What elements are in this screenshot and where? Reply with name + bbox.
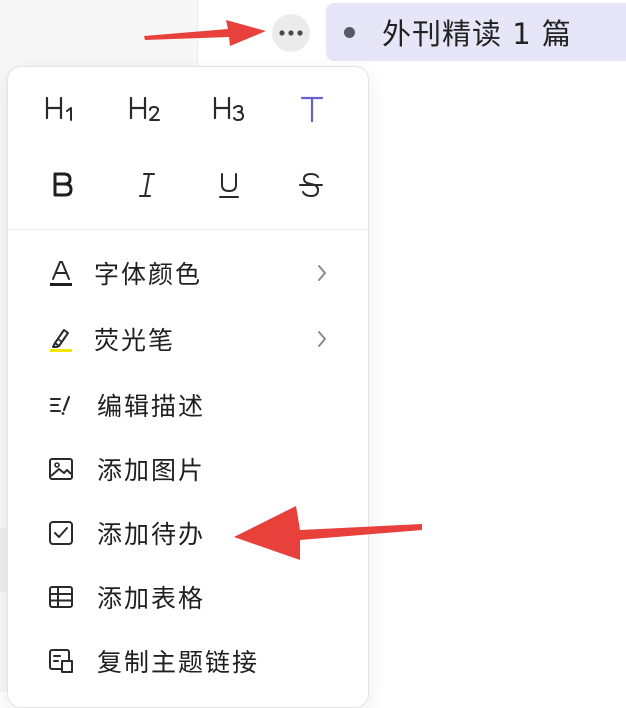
heading-1-icon bbox=[45, 96, 72, 121]
pane-divider bbox=[197, 0, 198, 70]
font-color-icon bbox=[46, 258, 76, 288]
topic-node[interactable]: 外刊精读 1 篇 bbox=[326, 3, 626, 61]
menu-item-label: 添加待办 bbox=[97, 520, 206, 549]
heading-3-icon bbox=[213, 96, 244, 121]
menu-item-add-table[interactable]: 添加表格 bbox=[8, 565, 368, 629]
heading-1-button[interactable] bbox=[35, 81, 91, 137]
topic-bullet bbox=[344, 26, 355, 38]
more-horizontal-icon bbox=[279, 30, 303, 36]
heading-3-button[interactable] bbox=[203, 81, 259, 137]
menu-item-highlighter[interactable]: 荧光笔 bbox=[8, 307, 368, 371]
menu-item-label: 编辑描述 bbox=[97, 392, 206, 421]
text-style-button[interactable] bbox=[284, 81, 340, 137]
bold-icon bbox=[53, 172, 73, 197]
table-icon bbox=[46, 582, 76, 612]
edit-description-icon bbox=[46, 390, 76, 420]
highlighter-icon bbox=[46, 324, 76, 354]
more-options-button[interactable] bbox=[272, 14, 310, 52]
menu-item-copy-topic-link[interactable]: 复制主题链接 bbox=[8, 629, 368, 693]
menu-item-label: 复制主题链接 bbox=[97, 648, 260, 677]
menu-divider bbox=[8, 229, 368, 230]
italic-button[interactable] bbox=[119, 157, 175, 213]
heading-format-row bbox=[8, 81, 368, 137]
menu-item-font-color[interactable]: 字体颜色 bbox=[8, 241, 368, 305]
text-format-row bbox=[8, 157, 368, 213]
menu-item-add-image[interactable]: 添加图片 bbox=[8, 437, 368, 501]
menu-item-edit-description[interactable]: 编辑描述 bbox=[8, 373, 368, 437]
underline-icon bbox=[219, 173, 239, 198]
menu-item-label: 字体颜色 bbox=[94, 260, 203, 289]
topic-text[interactable]: 外刊精读 1 篇 bbox=[382, 11, 572, 53]
copy-link-icon bbox=[46, 646, 76, 676]
strikethrough-icon bbox=[299, 172, 323, 198]
text-style-icon bbox=[300, 96, 324, 123]
chevron-right-icon bbox=[312, 261, 332, 285]
bold-button[interactable] bbox=[35, 157, 91, 213]
strikethrough-button[interactable] bbox=[283, 157, 339, 213]
underline-button[interactable] bbox=[201, 157, 257, 213]
menu-item-label: 添加表格 bbox=[97, 584, 206, 613]
italic-icon bbox=[139, 173, 155, 197]
todo-checkbox-icon bbox=[46, 518, 76, 548]
chevron-right-icon bbox=[312, 327, 332, 351]
menu-item-label: 添加图片 bbox=[97, 456, 206, 485]
heading-2-button[interactable] bbox=[119, 81, 175, 137]
topic-context-menu: 字体颜色 荧光笔 编辑描述 添加图片 添加待办 添加表格 复制主题链接 bbox=[7, 66, 369, 708]
image-icon bbox=[46, 454, 76, 484]
heading-2-icon bbox=[129, 96, 160, 121]
menu-item-label: 荧光笔 bbox=[94, 326, 176, 355]
menu-item-add-todo[interactable]: 添加待办 bbox=[8, 501, 368, 565]
